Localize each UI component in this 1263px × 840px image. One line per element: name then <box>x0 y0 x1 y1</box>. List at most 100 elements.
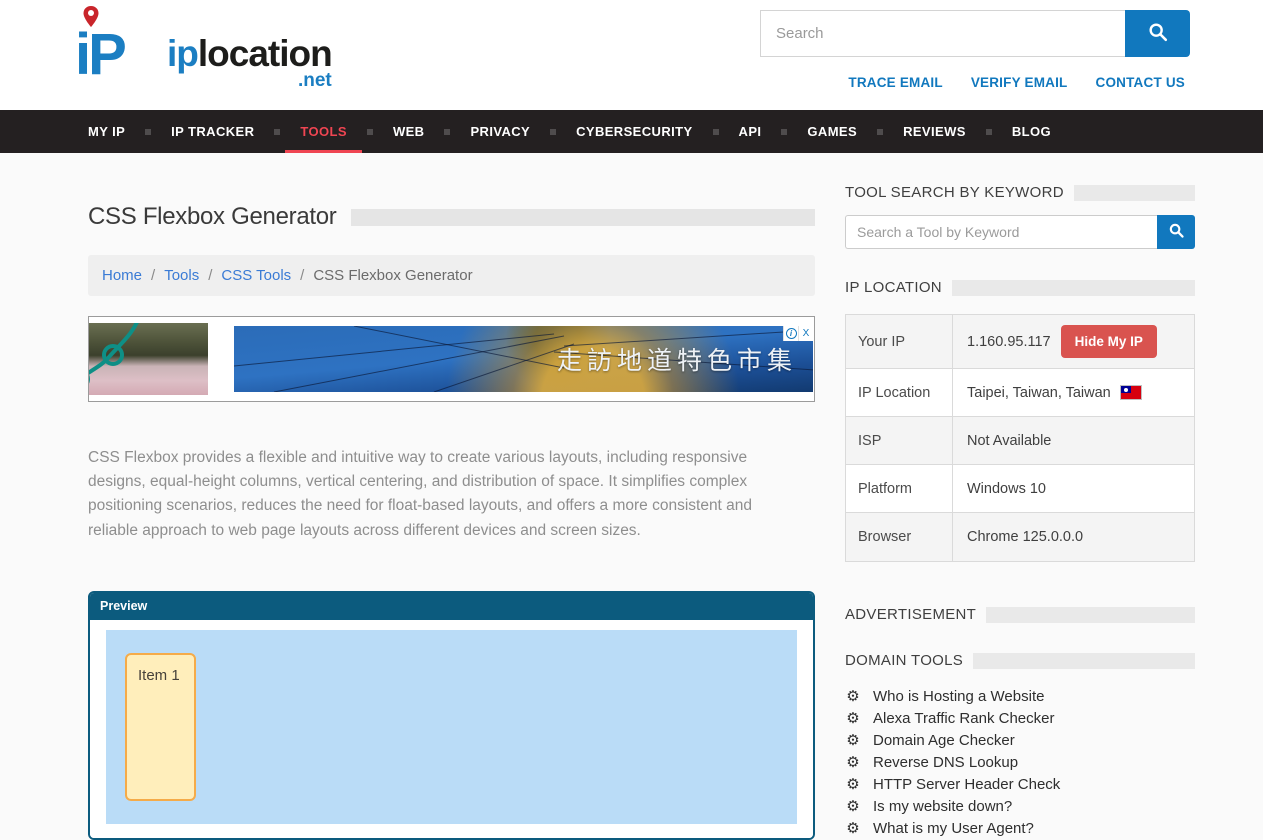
row-label: IP Location <box>846 369 953 416</box>
nav-separator <box>274 129 280 135</box>
nav-item-web[interactable]: WEB <box>378 110 440 153</box>
nav-item-cybersecurity[interactable]: CYBERSECURITY <box>561 110 707 153</box>
nav-separator <box>145 129 151 135</box>
table-row-your-ip: Your IP 1.160.95.117 Hide My IP <box>846 315 1194 369</box>
domain-tool-domain-age[interactable]: ⚙ Domain Age Checker <box>845 729 1195 751</box>
trace-email-link[interactable]: TRACE EMAIL <box>848 75 942 90</box>
header-search-input[interactable] <box>760 10 1125 57</box>
nav-item-my-ip[interactable]: MY IP <box>88 110 140 153</box>
tool-search-input[interactable] <box>845 215 1157 249</box>
preview-panel-body: Item 1 <box>90 620 813 838</box>
verify-email-link[interactable]: VERIFY EMAIL <box>971 75 1068 90</box>
header-search-button[interactable] <box>1125 10 1190 57</box>
platform-value: Windows 10 <box>967 481 1046 497</box>
gear-icon: ⚙ <box>845 711 861 726</box>
ad-info-icon[interactable]: i <box>783 326 798 341</box>
nav-item-games[interactable]: GAMES <box>792 110 872 153</box>
flex-preview-item[interactable]: Item 1 <box>125 653 196 801</box>
domain-tool-label: Who is Hosting a Website <box>873 688 1044 705</box>
logo-tld: .net <box>298 70 332 92</box>
taiwan-flag-icon <box>1121 386 1141 399</box>
ad-main-image: 走訪地道特色市集 i X <box>234 326 813 392</box>
breadcrumb-separator: / <box>208 267 212 284</box>
content-column: CSS Flexbox Generator Home / Tools / CSS Too… <box>88 184 815 840</box>
domain-tool-label: Alexa Traffic Rank Checker <box>873 710 1054 727</box>
header-links: TRACE EMAIL VERIFY EMAIL CONTACT US <box>848 75 1185 90</box>
heading-decorative-bar <box>973 653 1195 669</box>
domain-tool-website-down[interactable]: ⚙ Is my website down? <box>845 795 1195 817</box>
tool-search-heading: TOOL SEARCH BY KEYWORD <box>845 184 1074 201</box>
heading-decorative-bar <box>986 607 1195 623</box>
domain-tools-heading: DOMAIN TOOLS <box>845 652 973 669</box>
preview-panel-header: Preview <box>90 593 813 620</box>
breadcrumb-home[interactable]: Home <box>102 267 142 284</box>
breadcrumb-css-tools[interactable]: CSS Tools <box>221 267 291 284</box>
gear-icon: ⚙ <box>845 821 861 836</box>
tool-description: CSS Flexbox provides a flexible and intu… <box>88 446 798 543</box>
heading-decorative-bar <box>1074 185 1195 201</box>
your-ip-value: 1.160.95.117 <box>967 334 1051 350</box>
nav-separator <box>713 129 719 135</box>
breadcrumb-current: CSS Flexbox Generator <box>313 267 472 284</box>
domain-tool-label: HTTP Server Header Check <box>873 776 1060 793</box>
breadcrumb-separator: / <box>151 267 155 284</box>
flex-preview-container: Item 1 <box>106 630 797 824</box>
row-label: ISP <box>846 417 953 464</box>
nav-separator <box>986 129 992 135</box>
tool-search <box>845 215 1195 249</box>
ip-location-value: Taipei, Taiwan, Taiwan <box>967 385 1111 401</box>
gear-icon: ⚙ <box>845 755 861 770</box>
ad-banner[interactable]: 走訪地道特色市集 i X <box>88 316 815 402</box>
site-header: iP iplocation .net TRACE EMAIL VERIFY EM… <box>0 0 1263 110</box>
page-title: CSS Flexbox Generator <box>88 203 351 231</box>
breadcrumb-tools[interactable]: Tools <box>164 267 199 284</box>
nav-item-api[interactable]: API <box>724 110 777 153</box>
nav-separator <box>444 129 450 135</box>
tool-search-button[interactable] <box>1157 215 1195 249</box>
table-row-platform: Platform Windows 10 <box>846 465 1194 513</box>
logo-wordmark: iplocation .net <box>167 35 332 86</box>
row-label: Browser <box>846 513 953 561</box>
nav-separator <box>781 129 787 135</box>
breadcrumb-separator: / <box>300 267 304 284</box>
table-row-isp: ISP Not Available <box>846 417 1194 465</box>
domain-tool-label: Is my website down? <box>873 798 1012 815</box>
search-icon <box>1147 21 1169 46</box>
breadcrumb: Home / Tools / CSS Tools / CSS Flexbox Generat… <box>88 255 815 296</box>
row-label: Platform <box>846 465 953 512</box>
preview-panel: Preview Item 1 <box>88 591 815 840</box>
ad-left-image <box>89 323 208 395</box>
domain-tools-list: ⚙ Who is Hosting a Website ⚙ Alexa Traff… <box>845 685 1195 839</box>
ip-location-table: Your IP 1.160.95.117 Hide My IP IP Locat… <box>845 314 1195 562</box>
nav-item-blog[interactable]: BLOG <box>997 110 1066 153</box>
logo-monogram: iP <box>75 8 167 86</box>
domain-tool-label: What is my User Agent? <box>873 820 1034 837</box>
domain-tool-http-header[interactable]: ⚙ HTTP Server Header Check <box>845 773 1195 795</box>
search-icon <box>1168 222 1185 242</box>
advertisement-heading: ADVERTISEMENT <box>845 606 986 623</box>
sidebar: TOOL SEARCH BY KEYWORD IP LOCATION Your … <box>845 184 1195 840</box>
gear-icon: ⚙ <box>845 733 861 748</box>
site-logo[interactable]: iP iplocation .net <box>75 8 332 86</box>
isp-value: Not Available <box>967 433 1051 449</box>
gear-icon: ⚙ <box>845 689 861 704</box>
nav-separator <box>367 129 373 135</box>
domain-tool-user-agent[interactable]: ⚙ What is my User Agent? <box>845 817 1195 839</box>
ad-caption-text: 走訪地道特色市集 <box>557 341 797 377</box>
gear-icon: ⚙ <box>845 799 861 814</box>
nav-separator <box>877 129 883 135</box>
heading-decorative-bar <box>952 280 1195 296</box>
nav-item-tools[interactable]: TOOLS <box>285 110 362 153</box>
domain-tool-reverse-dns[interactable]: ⚙ Reverse DNS Lookup <box>845 751 1195 773</box>
nav-item-ip-tracker[interactable]: IP TRACKER <box>156 110 269 153</box>
nav-item-privacy[interactable]: PRIVACY <box>455 110 545 153</box>
nav-item-reviews[interactable]: REVIEWS <box>888 110 981 153</box>
contact-us-link[interactable]: CONTACT US <box>1096 75 1186 90</box>
header-search <box>760 10 1190 57</box>
ad-close-icon[interactable]: X <box>798 326 813 341</box>
domain-tool-who-is-hosting[interactable]: ⚙ Who is Hosting a Website <box>845 685 1195 707</box>
table-row-ip-location: IP Location Taipei, Taiwan, Taiwan <box>846 369 1194 417</box>
title-decorative-bar <box>351 209 815 226</box>
domain-tool-alexa-rank[interactable]: ⚙ Alexa Traffic Rank Checker <box>845 707 1195 729</box>
hide-my-ip-button[interactable]: Hide My IP <box>1061 325 1157 358</box>
